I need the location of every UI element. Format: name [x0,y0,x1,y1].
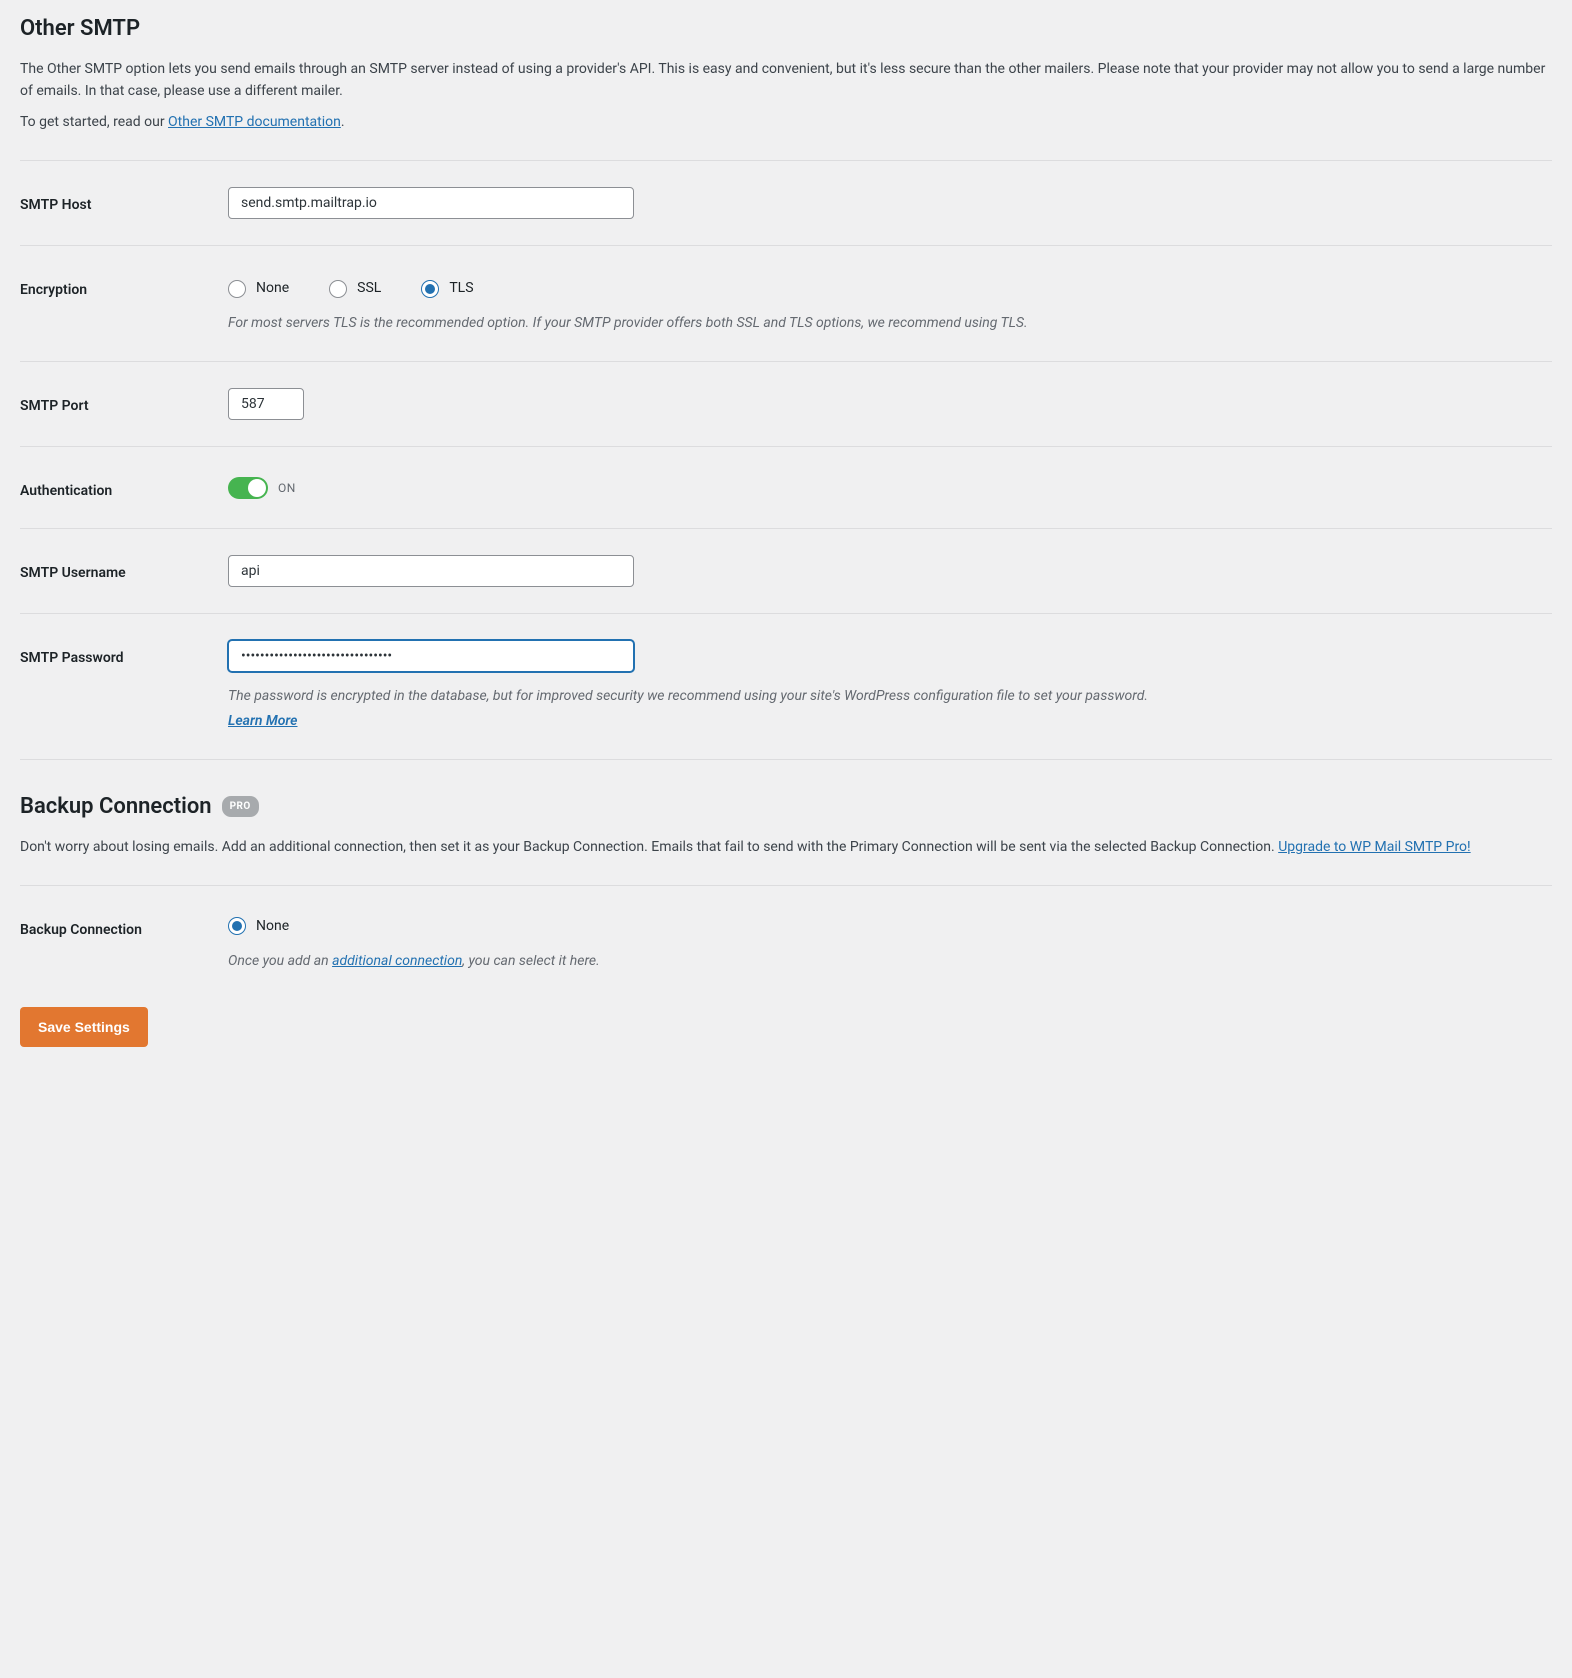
radio-icon [329,280,347,298]
smtp-host-input[interactable] [228,187,634,219]
encryption-radio-none[interactable]: None [228,278,289,299]
radio-icon [228,280,246,298]
encryption-radio-tls[interactable]: TLS [421,278,473,299]
password-learn-more-link[interactable]: Learn More [228,711,1552,733]
backup-help-text: Once you add an additional connection, y… [228,951,1552,973]
label-encryption: Encryption [20,272,228,301]
radio-label-tls: TLS [449,278,473,299]
save-settings-button[interactable]: Save Settings [20,1007,148,1047]
additional-connection-link[interactable]: additional connection [332,953,462,969]
radio-icon-selected [228,917,246,935]
field-row-authentication: Authentication ON [20,473,1552,502]
other-smtp-doc-link[interactable]: Other SMTP documentation [168,114,341,130]
upgrade-pro-link[interactable]: Upgrade to WP Mail SMTP Pro! [1278,839,1470,855]
divider [20,160,1552,161]
divider [20,245,1552,246]
backup-description: Don't worry about losing emails. Add an … [20,837,1552,859]
section-title-backup: Backup Connection [20,790,212,823]
field-row-smtp-password: SMTP Password The password is encrypted … [20,640,1552,733]
divider [20,759,1552,760]
label-smtp-port: SMTP Port [20,388,228,417]
divider [20,446,1552,447]
field-row-encryption: Encryption None SSL TLS For most servers… [20,272,1552,335]
smtp-password-input[interactable] [228,640,634,672]
divider [20,528,1552,529]
smtp-port-input[interactable] [228,388,304,420]
get-started-text: To get started, read our Other SMTP docu… [20,112,1552,134]
toggle-knob [248,479,266,497]
encryption-radio-ssl[interactable]: SSL [329,278,381,299]
label-authentication: Authentication [20,473,228,502]
field-row-smtp-username: SMTP Username [20,555,1552,587]
label-smtp-host: SMTP Host [20,187,228,216]
field-row-backup-connection: Backup Connection None Once you add an a… [20,912,1552,973]
section-header-backup: Backup Connection PRO [20,790,1552,823]
divider [20,613,1552,614]
divider [20,361,1552,362]
smtp-username-input[interactable] [228,555,634,587]
radio-icon-selected [421,280,439,298]
field-row-smtp-host: SMTP Host [20,187,1552,219]
field-row-smtp-port: SMTP Port [20,388,1552,420]
section-title-other-smtp: Other SMTP [20,12,1552,45]
label-smtp-username: SMTP Username [20,555,228,584]
label-backup-connection: Backup Connection [20,912,228,941]
backup-radio-none[interactable]: None [228,916,289,937]
radio-label-ssl: SSL [357,278,381,299]
radio-label-none: None [256,278,289,299]
authentication-toggle-state: ON [278,479,296,497]
encryption-help-text: For most servers TLS is the recommended … [228,313,1552,335]
authentication-toggle[interactable] [228,477,268,499]
pro-badge: PRO [222,796,259,817]
divider [20,885,1552,886]
label-smtp-password: SMTP Password [20,640,228,669]
radio-label-backup-none: None [256,916,289,937]
encryption-radio-group: None SSL TLS [228,272,1552,299]
other-smtp-description: The Other SMTP option lets you send emai… [20,59,1552,102]
smtp-password-help: The password is encrypted in the databas… [228,686,1552,733]
